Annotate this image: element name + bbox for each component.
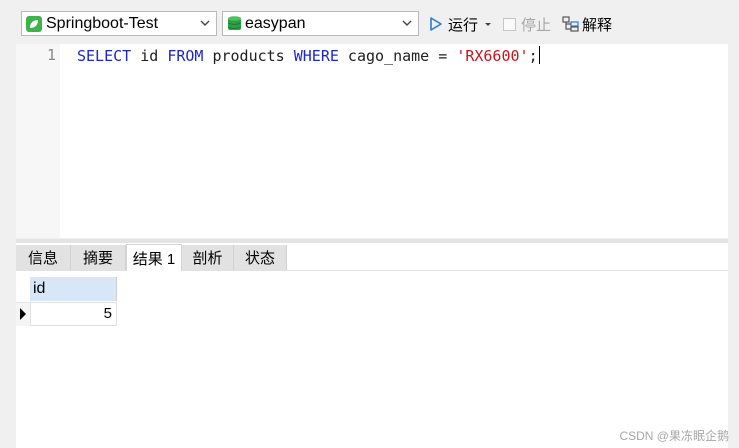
tab-profile[interactable]: 剖析 <box>182 245 234 270</box>
sql-keyword-where: WHERE <box>293 47 339 65</box>
explain-button[interactable]: 解释 <box>562 12 612 36</box>
result-grid: id 5 <box>16 271 728 448</box>
line-number: 1 <box>46 46 56 64</box>
text-cursor <box>538 46 540 64</box>
database-label: easypan <box>245 14 306 32</box>
watermark: CSDN @果冻眠企鹅 <box>619 429 729 443</box>
tab-info-label: 信息 <box>27 250 58 267</box>
sql-string-literal: 'RX6600' <box>456 47 529 65</box>
sql-keyword-from: FROM <box>167 47 204 65</box>
column-header-label: id <box>33 280 46 297</box>
result-tab-bar: 信息 摘要 结果 1 剖析 状态 <box>16 243 728 271</box>
sql-table: products <box>203 47 294 65</box>
line-number-gutter: 1 <box>16 44 60 238</box>
tab-summary-label: 摘要 <box>82 250 113 267</box>
query-toolbar: Springboot-Test easypan 运行 停止 解释 <box>0 0 739 44</box>
chevron-down-icon[interactable] <box>199 16 211 30</box>
sql-column: id <box>131 47 168 65</box>
sql-terminator: ; <box>528 47 538 65</box>
run-label: 运行 <box>448 16 479 34</box>
tab-summary[interactable]: 摘要 <box>71 245 126 270</box>
explain-label: 解释 <box>582 16 613 34</box>
tab-result-1-label: 结果 1 <box>132 250 176 268</box>
tab-result-1[interactable]: 结果 1 <box>126 244 182 271</box>
stop-button[interactable]: 停止 <box>503 12 551 36</box>
current-row-arrow-icon <box>20 308 26 320</box>
play-icon <box>430 17 442 31</box>
window-edge <box>728 44 739 448</box>
connection-select[interactable]: Springboot-Test <box>21 11 217 36</box>
row-indicator[interactable] <box>16 302 30 326</box>
database-icon <box>227 15 242 32</box>
sql-keyword-select: SELECT <box>77 47 132 65</box>
tab-status-label: 状态 <box>244 250 275 267</box>
chevron-down-icon[interactable] <box>401 16 413 30</box>
tab-status[interactable]: 状态 <box>234 245 287 270</box>
sql-editor[interactable]: 1 SELECT id FROM products WHERE cago_nam… <box>16 44 728 238</box>
sql-condition: cago_name = <box>338 47 457 65</box>
column-header-id[interactable]: id <box>30 277 117 301</box>
run-button[interactable]: 运行 <box>429 12 493 36</box>
explain-tree-icon <box>562 16 579 32</box>
tab-info[interactable]: 信息 <box>16 245 71 270</box>
sql-code-line[interactable]: SELECT id FROM products WHERE cago_name … <box>77 46 540 65</box>
caret-down-icon[interactable] <box>483 19 493 29</box>
tab-profile-label: 剖析 <box>192 250 223 267</box>
table-cell[interactable]: 5 <box>30 302 117 326</box>
connection-label: Springboot-Test <box>46 14 159 32</box>
stop-label: 停止 <box>521 16 552 34</box>
database-select[interactable]: easypan <box>222 11 419 36</box>
stop-icon <box>503 17 516 31</box>
connection-icon <box>26 15 42 32</box>
